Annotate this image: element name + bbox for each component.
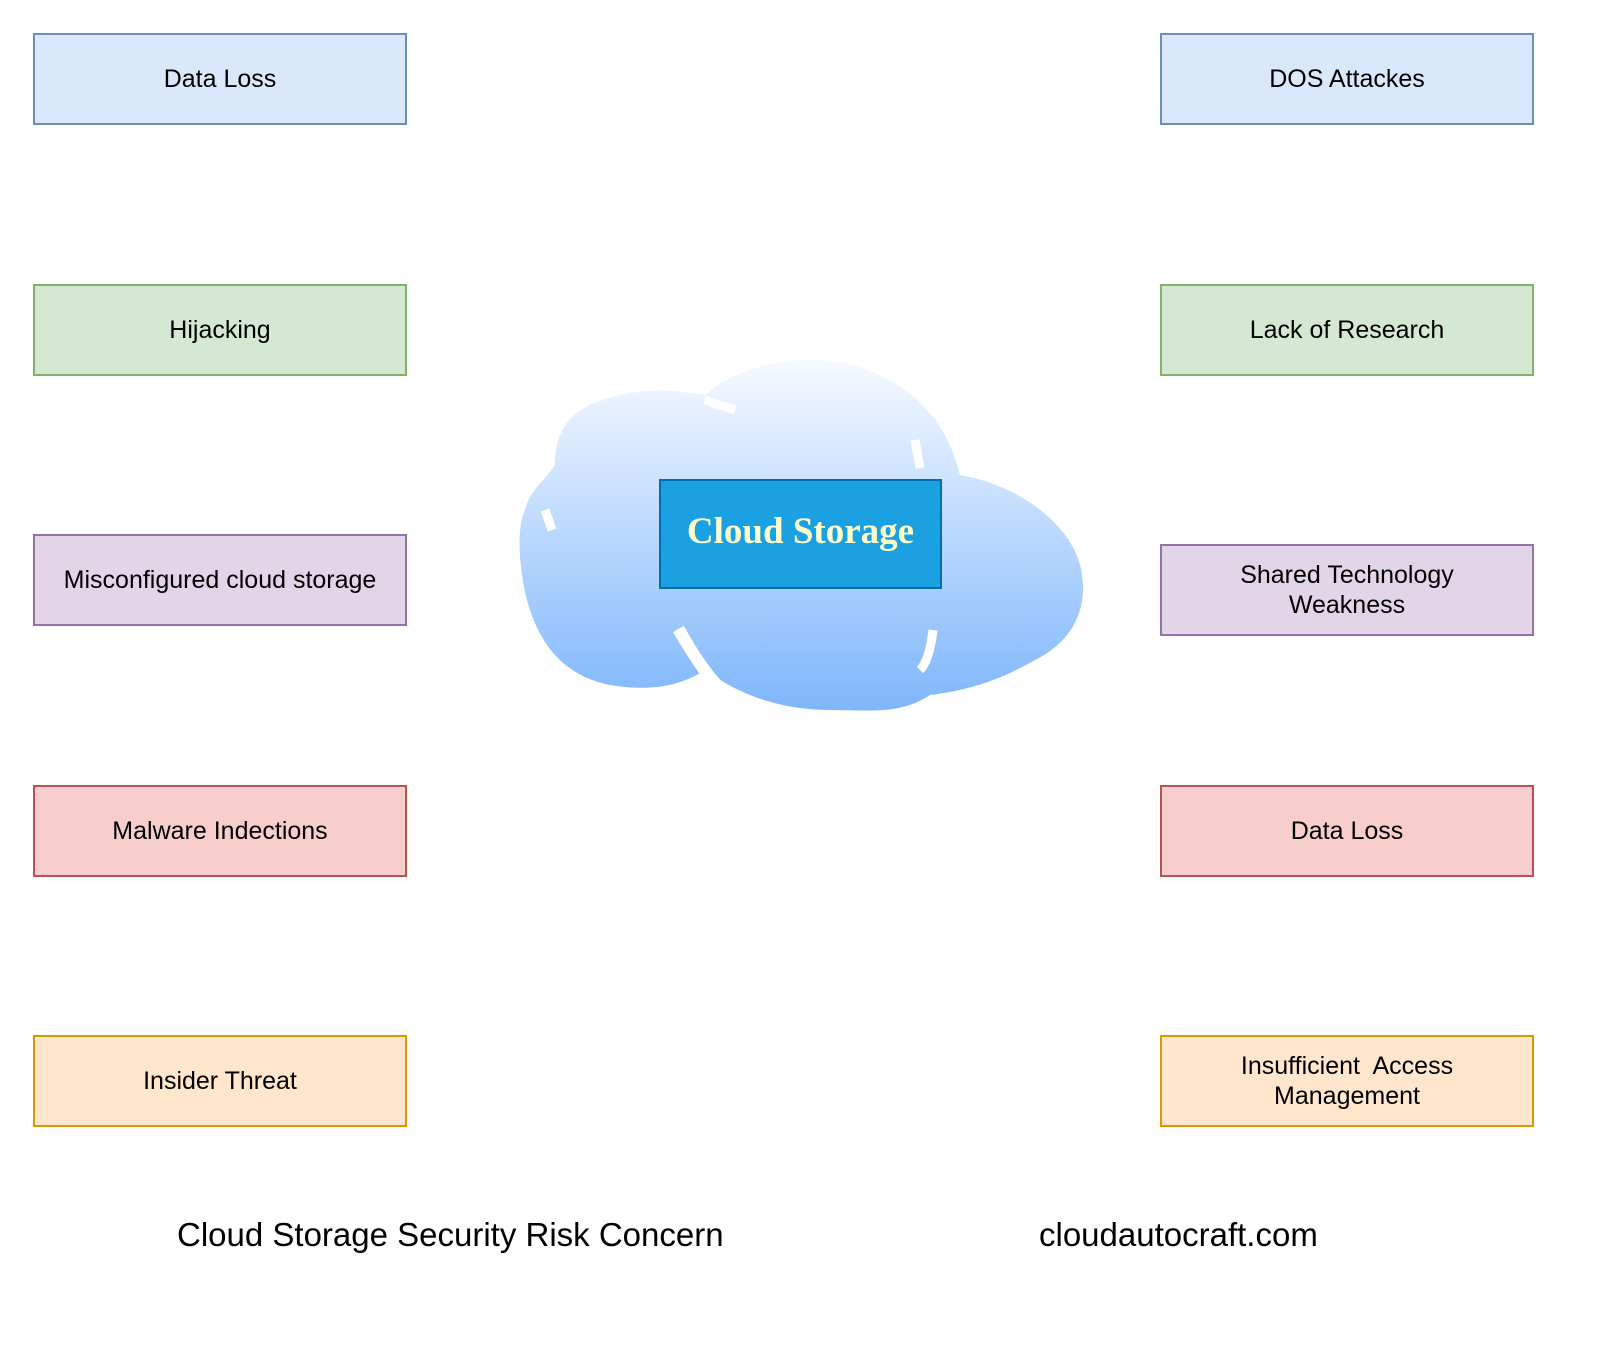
risk-box-shared-technology: Shared Technology Weakness — [1160, 544, 1534, 636]
source-site: cloudautocraft.com — [1039, 1216, 1318, 1253]
risk-box-hijacking: Hijacking — [33, 284, 407, 376]
risk-box-lack-of-research: Lack of Research — [1160, 284, 1534, 376]
risk-box-insider-threat: Insider Threat — [33, 1035, 407, 1127]
diagram-caption: Cloud Storage Security Risk Concern — [177, 1216, 724, 1253]
risk-box-data-loss-2: Data Loss — [1160, 785, 1534, 877]
cloud-storage-node: Cloud Storage — [659, 479, 942, 589]
risk-box-access-management: Insufficient Access Management — [1160, 1035, 1534, 1127]
risk-box-misconfigured-storage: Misconfigured cloud storage — [33, 534, 407, 626]
risk-box-malware: Malware Indections — [33, 785, 407, 877]
risk-box-dos: DOS Attackes — [1160, 33, 1534, 125]
risk-box-data-loss: Data Loss — [33, 33, 407, 125]
